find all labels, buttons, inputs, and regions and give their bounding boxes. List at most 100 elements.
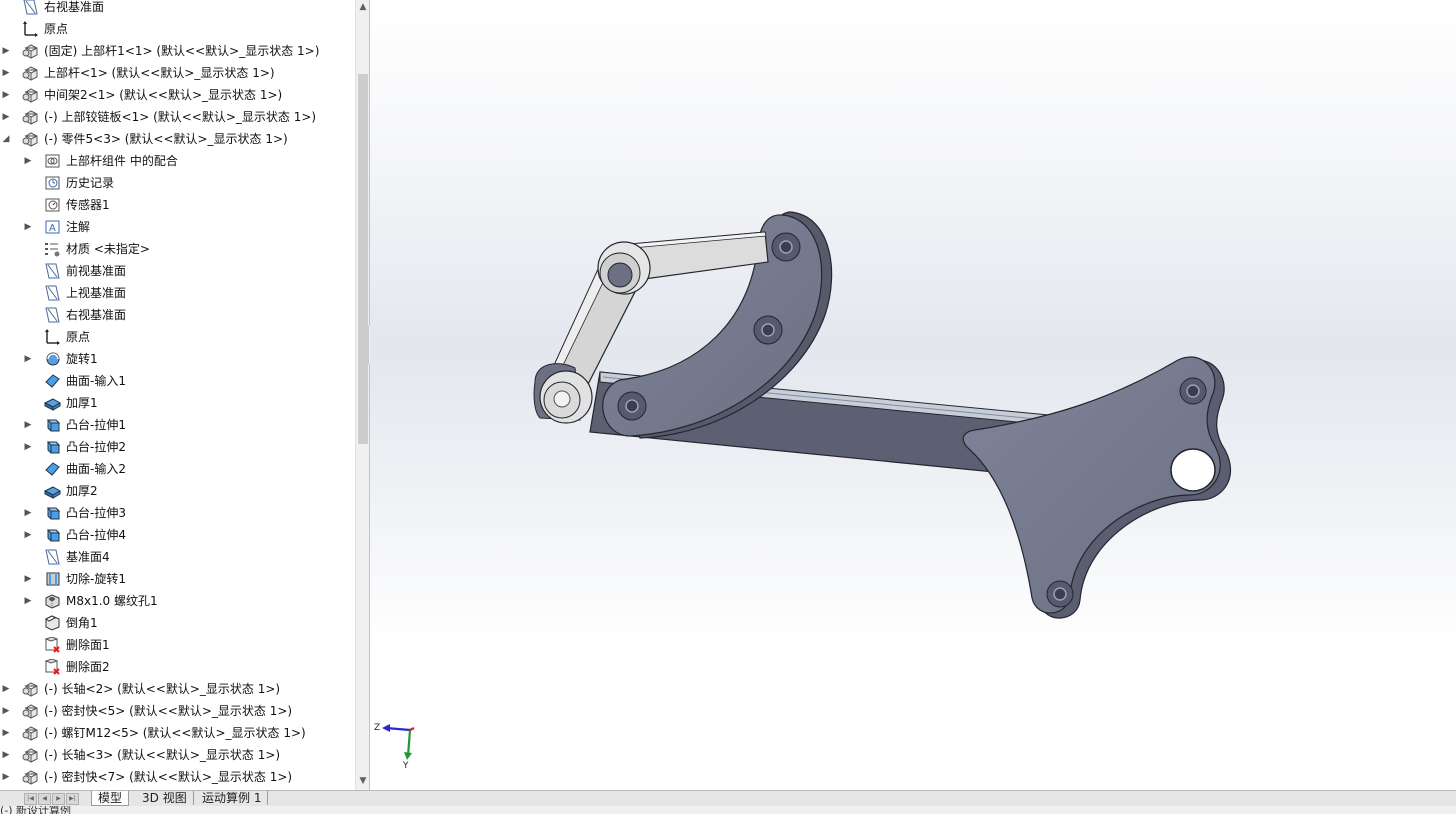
nav-first-icon[interactable]: |◀ — [24, 793, 37, 805]
expand-arrow-icon[interactable]: ▶ — [1, 40, 11, 62]
expand-arrow-icon[interactable]: ▶ — [1, 106, 11, 128]
tree-item[interactable]: ▶ 上部杆<1> (默认<<默认>_显示状态 1>) — [0, 62, 355, 84]
tree-item[interactable]: ▶ 凸台-拉伸4 — [0, 524, 355, 546]
history-icon — [44, 175, 61, 191]
tree-item[interactable]: 曲面-输入1 — [0, 370, 355, 392]
part-icon — [22, 131, 39, 147]
tree-item[interactable]: 删除面2 — [0, 656, 355, 678]
tree-item[interactable]: ▶ 中间架2<1> (默认<<默认>_显示状态 1>) — [0, 84, 355, 106]
tree-item-label: (-) 零件5<3> (默认<<默认>_显示状态 1>) — [44, 132, 288, 146]
expand-arrow-icon[interactable]: ▶ — [1, 700, 11, 722]
tree-item[interactable]: 原点 — [0, 18, 355, 40]
tree-item[interactable]: 右视基准面 — [0, 0, 355, 18]
tree-item[interactable]: ▶ 凸台-拉伸3 — [0, 502, 355, 524]
collapse-arrow-icon[interactable]: ◢ — [1, 128, 11, 150]
tab-motion-study-1[interactable]: 运动算例 1 — [196, 791, 269, 805]
expand-arrow-icon[interactable]: ▶ — [1, 722, 11, 744]
tree-item[interactable]: ▶ (-) 长轴<3> (默认<<默认>_显示状态 1>) — [0, 744, 355, 766]
status-bar: (-) 新设计算例 — [0, 806, 1456, 814]
assembly-model[interactable] — [370, 0, 1456, 790]
tree-item[interactable]: ▶ 上部杆组件 中的配合 — [0, 150, 355, 172]
plane-icon — [44, 285, 61, 301]
nav-last-icon[interactable]: ▶| — [66, 793, 79, 805]
tree-item[interactable]: 基准面4 — [0, 546, 355, 568]
tree-item[interactable]: 右视基准面 — [0, 304, 355, 326]
tree-scrollbar[interactable]: ▲ ▼ — [355, 0, 370, 790]
expand-arrow-icon[interactable]: ▶ — [23, 436, 33, 458]
tree-item-label: 上部杆<1> (默认<<默认>_显示状态 1>) — [44, 66, 275, 80]
z-axis-arrow — [382, 724, 390, 732]
tree-item[interactable]: ▶ (-) 上部铰链板<1> (默认<<默认>_显示状态 1>) — [0, 106, 355, 128]
sensor-icon — [44, 197, 61, 213]
tree-item[interactable]: ▶ 旋转1 — [0, 348, 355, 370]
expand-arrow-icon[interactable]: ▶ — [1, 84, 11, 106]
bracket-plate[interactable] — [962, 356, 1231, 619]
tree-item[interactable]: ▶ 凸台-拉伸2 — [0, 436, 355, 458]
tree-item[interactable]: ▶ (固定) 上部杆1<1> (默认<<默认>_显示状态 1>) — [0, 40, 355, 62]
tree-item[interactable]: ▶ A 注解 — [0, 216, 355, 238]
tree-item[interactable]: 历史记录 — [0, 172, 355, 194]
tree-item[interactable]: 传感器1 — [0, 194, 355, 216]
expand-arrow-icon[interactable]: ▶ — [23, 150, 33, 172]
tree-item[interactable]: ▶ (-) 长轴<2> (默认<<默认>_显示状态 1>) — [0, 678, 355, 700]
tree-item[interactable]: 前视基准面 — [0, 260, 355, 282]
expand-arrow-icon[interactable]: ▶ — [23, 524, 33, 546]
expand-arrow-icon[interactable]: ▶ — [1, 766, 11, 788]
tree-item[interactable]: ▶ 凸台-拉伸1 — [0, 414, 355, 436]
tree-item[interactable]: ◢ (-) 零件5<3> (默认<<默认>_显示状态 1>) — [0, 128, 355, 150]
chamfer-icon — [44, 615, 61, 631]
tree-item-label: 基准面4 — [66, 550, 110, 564]
expand-arrow-icon[interactable]: ▶ — [23, 590, 33, 612]
plane-icon — [44, 307, 61, 323]
tree-item-label: 凸台-拉伸2 — [66, 440, 126, 454]
delete-face-icon — [44, 658, 61, 675]
tree-item-label: (-) 密封快<5> (默认<<默认>_显示状态 1>) — [44, 704, 293, 718]
extrude-icon — [44, 505, 61, 521]
tree-item[interactable]: ▶ M8x1.0 螺纹孔1 — [0, 590, 355, 612]
tree-item[interactable]: 加厚1 — [0, 392, 355, 414]
tree-item-label: 旋转1 — [66, 352, 98, 366]
surface-icon — [44, 461, 61, 477]
tree-item[interactable]: ▶ (-) 密封快<7> (默认<<默认>_显示状态 1>) — [0, 766, 355, 788]
scroll-thumb[interactable] — [358, 74, 368, 444]
tree-item[interactable]: ▶ 切除-旋转1 — [0, 568, 355, 590]
tree-item[interactable]: 加厚2 — [0, 480, 355, 502]
tree-item[interactable]: 原点 — [0, 326, 355, 348]
extrude-icon — [44, 439, 61, 455]
tree-item[interactable]: 倒角1 — [0, 612, 355, 634]
tree-item[interactable]: ▶ (-) 密封快<5> (默认<<默认>_显示状态 1>) — [0, 700, 355, 722]
y-axis-arrow — [404, 752, 412, 760]
tree-item-label: 右视基准面 — [66, 308, 127, 322]
tab-3d-view[interactable]: 3D 视图 — [136, 791, 194, 805]
expand-arrow-icon[interactable]: ▶ — [23, 348, 33, 370]
expand-arrow-icon[interactable]: ▶ — [23, 216, 33, 238]
scroll-down-arrow-icon[interactable]: ▼ — [356, 774, 370, 788]
expand-arrow-icon[interactable]: ▶ — [23, 568, 33, 590]
nav-prev-icon[interactable]: ◀ — [38, 793, 51, 805]
part-icon — [22, 109, 39, 125]
part-icon — [22, 703, 39, 719]
tree-item-label: (-) 上部铰链板<1> (默认<<默认>_显示状态 1>) — [44, 110, 317, 124]
scroll-up-arrow-icon[interactable]: ▲ — [356, 0, 370, 14]
expand-arrow-icon[interactable]: ▶ — [1, 744, 11, 766]
expand-arrow-icon[interactable]: ▶ — [1, 62, 11, 84]
expand-arrow-icon[interactable]: ▶ — [23, 502, 33, 524]
tab-model[interactable]: 模型 — [91, 791, 130, 806]
tree-item[interactable]: 材质 <未指定> — [0, 238, 355, 260]
nav-next-icon[interactable]: ▶ — [52, 793, 65, 805]
part-icon — [22, 65, 39, 81]
tree-item-label: 凸台-拉伸1 — [66, 418, 126, 432]
tree-item[interactable]: ▶ (-) 螺钉M12<5> (默认<<默认>_显示状态 1>) — [0, 722, 355, 744]
graphics-viewport[interactable]: Z Y — [370, 0, 1456, 790]
tree-item[interactable]: 曲面-输入2 — [0, 458, 355, 480]
part-icon — [22, 725, 39, 741]
tree-item[interactable]: 上视基准面 — [0, 282, 355, 304]
expand-arrow-icon[interactable]: ▶ — [1, 678, 11, 700]
expand-arrow-icon[interactable]: ▶ — [23, 414, 33, 436]
pin-top[interactable] — [597, 241, 651, 295]
plane-icon — [44, 549, 61, 565]
tree-item-label: 加厚1 — [66, 396, 98, 410]
part-icon — [22, 769, 39, 785]
plane-icon — [22, 0, 39, 15]
tree-item[interactable]: 删除面1 — [0, 634, 355, 656]
